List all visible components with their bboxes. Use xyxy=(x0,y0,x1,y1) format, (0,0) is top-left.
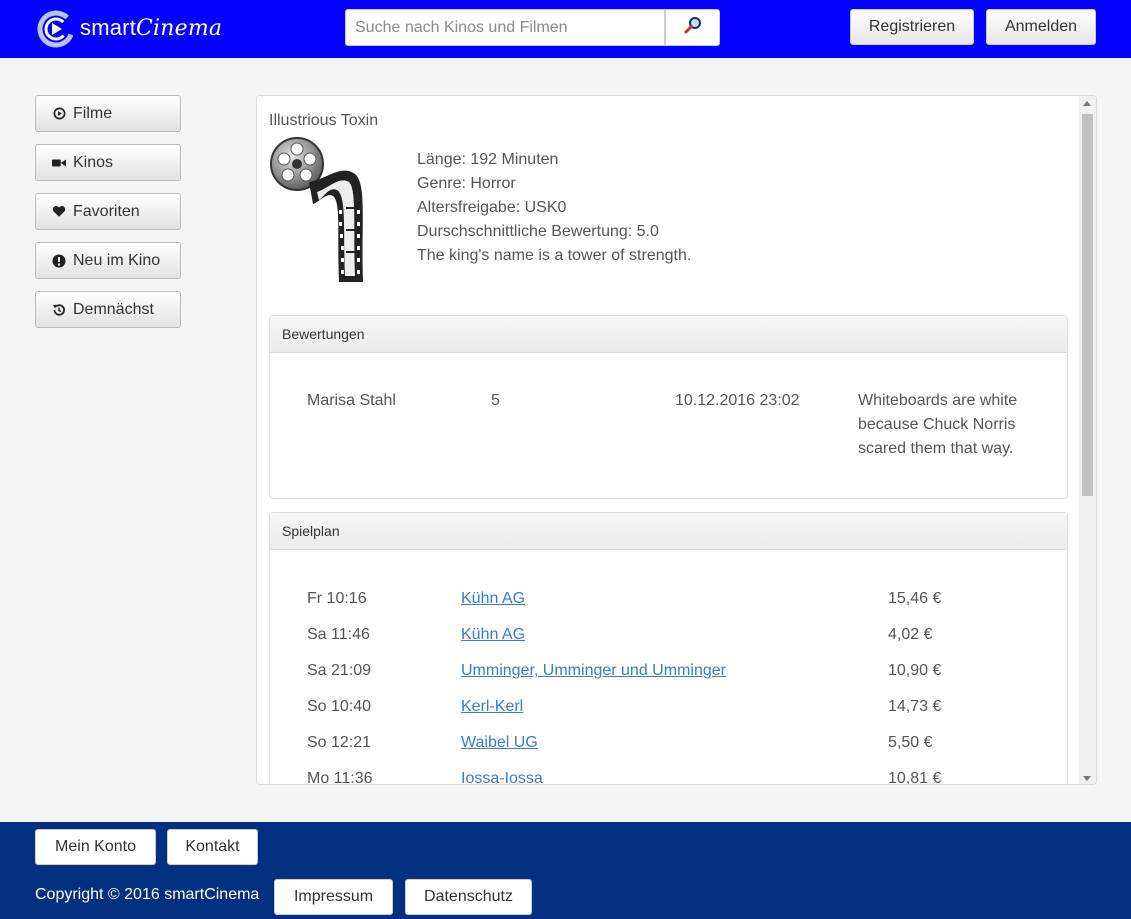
film-reel-icon xyxy=(269,134,367,284)
sidebar-item-kinos[interactable]: Kinos xyxy=(35,144,181,181)
schedule-cinema-link[interactable]: Waibel UG xyxy=(461,731,538,755)
sidebar-item-favoriten[interactable]: Favoriten xyxy=(35,193,181,230)
schedule-cinema-link[interactable]: Iossa-Iossa xyxy=(461,767,543,784)
logo-text: smartCinema xyxy=(80,15,223,41)
schedule-price: 5,50 € xyxy=(888,734,933,751)
movie-genre: Genre: Horror xyxy=(417,175,516,192)
movie-tagline: The king's name is a tower of strength. xyxy=(417,247,692,264)
schedule-time: Mo 11:36 xyxy=(307,770,373,785)
privacy-button[interactable]: Datenschutz xyxy=(405,879,532,915)
play-circle-icon xyxy=(52,107,66,121)
schedule-time: Sa 21:09 xyxy=(307,662,372,679)
contact-button[interactable]: Kontakt xyxy=(167,829,258,865)
login-button[interactable]: Anmelden xyxy=(986,9,1096,45)
sidebar-item-demnaechst[interactable]: Demnächst xyxy=(35,291,181,328)
review-author: Marisa Stahl xyxy=(307,392,396,409)
schedule-price: 14,73 € xyxy=(888,698,942,715)
vertical-scrollbar[interactable] xyxy=(1079,96,1096,784)
copyright-text: Copyright © 2016 smartCinema xyxy=(35,886,260,903)
schedule-time: So 12:21 xyxy=(307,734,372,751)
exclamation-icon xyxy=(52,254,66,268)
top-navbar: smartCinema Registrieren Anmelden xyxy=(0,0,1131,58)
review-score: 5 xyxy=(491,392,500,409)
movie-length: Länge: 192 Minuten xyxy=(417,151,559,168)
heart-icon xyxy=(52,205,66,219)
schedule-time: Sa 11:46 xyxy=(307,626,370,643)
schedule-time: Fr 10:16 xyxy=(307,590,367,607)
schedule-price: 10,81 € xyxy=(888,770,942,785)
imprint-button[interactable]: Impressum xyxy=(274,879,393,915)
search-input[interactable] xyxy=(345,9,665,46)
schedule-price: 4,02 € xyxy=(888,626,933,643)
movie-title: Illustrious Toxin xyxy=(269,112,379,129)
sidebar-item-label: Favoriten xyxy=(73,202,140,220)
reviews-heading: Bewertungen xyxy=(270,316,1067,353)
sidebar-item-neu-im-kino[interactable]: Neu im Kino xyxy=(35,242,181,279)
search-button[interactable] xyxy=(665,9,720,46)
scrollbar-thumb[interactable] xyxy=(1082,114,1093,496)
review-date: 10.12.2016 23:02 xyxy=(675,392,800,409)
movie-info: Länge: 192 Minuten Genre: Horror Altersf… xyxy=(417,148,691,268)
register-button[interactable]: Registrieren xyxy=(850,9,974,45)
schedule-cinema-link[interactable]: Kerl-Kerl xyxy=(461,695,523,719)
video-camera-icon xyxy=(52,156,66,170)
logo-icon xyxy=(36,7,78,49)
movie-detail-card: Illustrious Toxin Länge: 192 Minuten Gen… xyxy=(256,95,1097,785)
scroll-down-icon[interactable] xyxy=(1083,776,1091,781)
sidebar-item-label: Kinos xyxy=(73,153,114,171)
search-icon xyxy=(684,16,702,39)
brand-logo[interactable]: smartCinema xyxy=(36,6,222,50)
schedule-time: So 10:40 xyxy=(307,698,372,715)
movie-age-rating: Altersfreigabe: USK0 xyxy=(417,199,567,216)
schedule-price: 10,90 € xyxy=(888,662,942,679)
schedule-cinema-link[interactable]: Umminger, Umminger und Umminger xyxy=(461,659,726,683)
sidebar-item-label: Filme xyxy=(73,104,113,122)
history-icon xyxy=(52,303,66,317)
schedule-cinema-link[interactable]: Kühn AG xyxy=(461,623,525,647)
schedule-price: 15,46 € xyxy=(888,590,942,607)
schedule-panel: Spielplan Fr 10:16 Kühn AG 15,46 € Sa 11… xyxy=(269,512,1068,785)
sidebar-item-label: Neu im Kino xyxy=(73,251,161,269)
reviews-panel: Bewertungen Marisa Stahl 5 10.12.2016 23… xyxy=(269,315,1068,499)
sidebar-item-filme[interactable]: Filme xyxy=(35,95,181,132)
review-text: Whiteboards are white because Chuck Norr… xyxy=(858,392,1018,457)
my-account-button[interactable]: Mein Konto xyxy=(35,829,156,865)
movie-average-rating: Durschschnittliche Bewertung: 5.0 xyxy=(417,223,659,240)
sidebar-item-label: Demnächst xyxy=(73,300,154,318)
scroll-up-icon[interactable] xyxy=(1083,101,1091,106)
schedule-heading: Spielplan xyxy=(270,513,1067,550)
schedule-cinema-link[interactable]: Kühn AG xyxy=(461,587,525,611)
